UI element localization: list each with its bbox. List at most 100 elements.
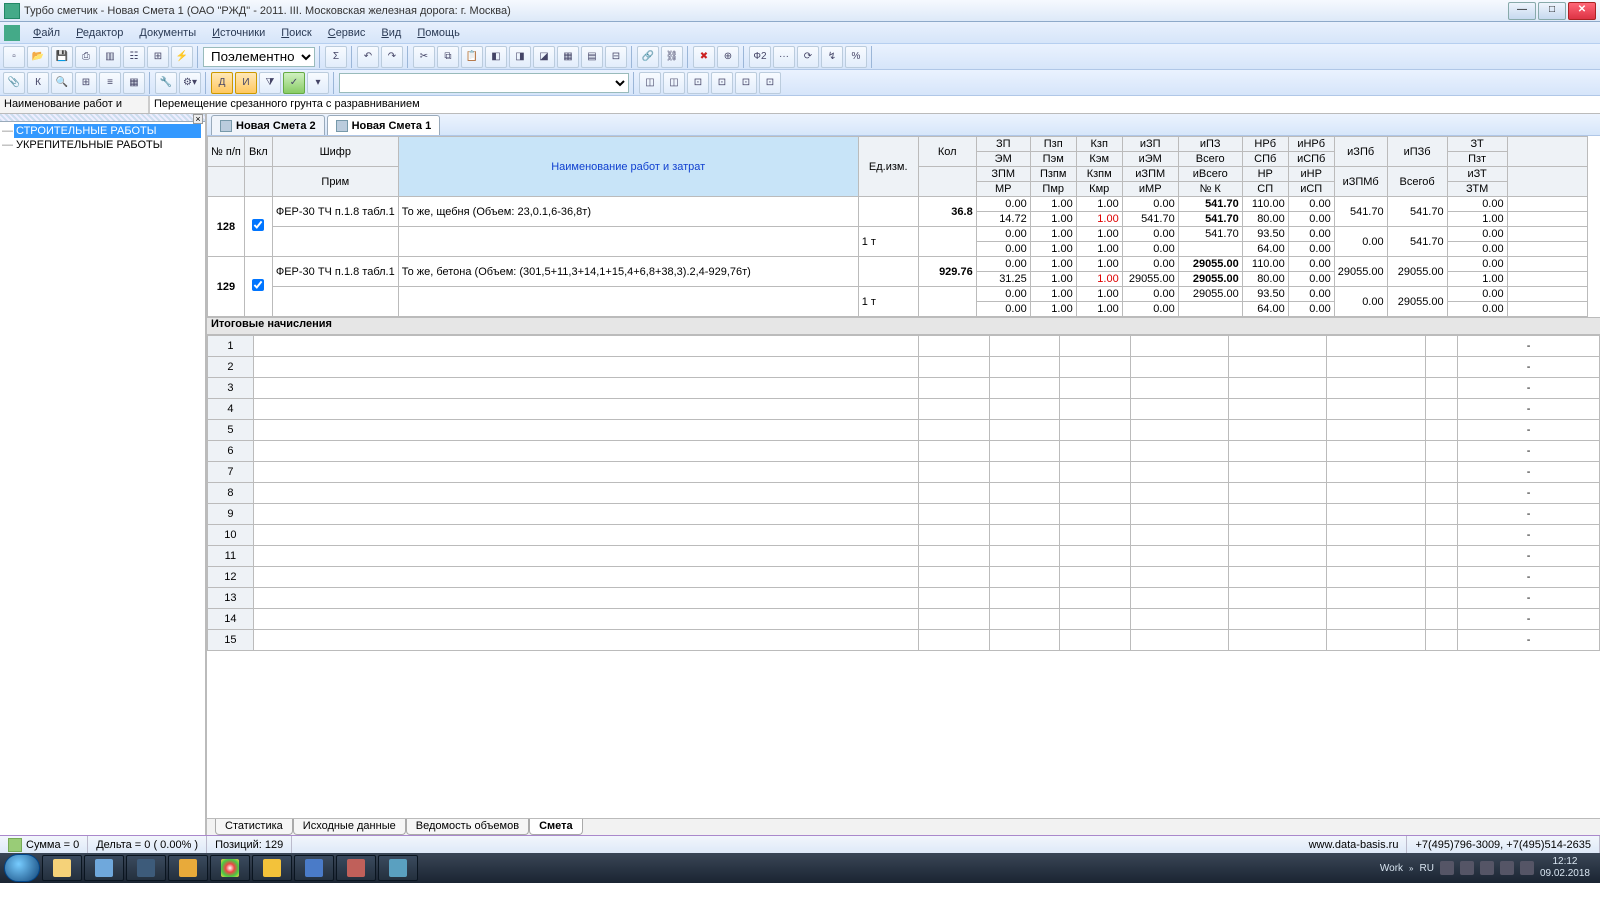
menu-documents[interactable]: Документы: [132, 25, 203, 41]
tool-btn-d[interactable]: ▦: [557, 46, 579, 68]
open-button[interactable]: 📂: [27, 46, 49, 68]
tool-btn-a[interactable]: ◧: [485, 46, 507, 68]
start-button[interactable]: [4, 854, 40, 882]
taskbar-app-4[interactable]: [336, 855, 376, 881]
tree-close-icon[interactable]: ×: [193, 114, 203, 124]
menu-help[interactable]: Помощь: [410, 25, 467, 41]
totals-row[interactable]: 6-: [208, 441, 1600, 462]
maximize-button[interactable]: □: [1538, 2, 1566, 20]
menu-search[interactable]: Поиск: [274, 25, 318, 41]
menu-view[interactable]: Вид: [374, 25, 408, 41]
totals-row[interactable]: 13-: [208, 588, 1600, 609]
zoom-button[interactable]: 🔍: [51, 72, 73, 94]
table-button[interactable]: ⊞: [75, 72, 97, 94]
grid-scroll-area[interactable]: № п/пВклШифр Наименование работ и затрат…: [207, 136, 1600, 818]
i-button[interactable]: И: [235, 72, 257, 94]
minimize-button[interactable]: —: [1508, 2, 1536, 20]
totals-row[interactable]: 8-: [208, 483, 1600, 504]
lightning-button[interactable]: ⚡: [171, 46, 193, 68]
tray-icon[interactable]: [1440, 861, 1454, 875]
totals-row[interactable]: 7-: [208, 462, 1600, 483]
grid-row[interactable]: 1 т 0.001.001.000.00541.70 93.500.00 0.0…: [208, 227, 1588, 242]
sigma-button[interactable]: Σ: [325, 46, 347, 68]
unlink-button[interactable]: ⛓: [661, 46, 683, 68]
view-mode-combo[interactable]: Поэлементно: [203, 47, 315, 67]
dropdown-button[interactable]: ▾: [307, 72, 329, 94]
totals-grid[interactable]: 1-2-3-4-5-6-7-8-9-10-11-12-13-14-15-: [207, 335, 1600, 651]
grid-row[interactable]: 128 ФЕР-30 ТЧ п.1.8 табл.1 То же, щебня …: [208, 197, 1588, 212]
taskbar-app-5[interactable]: [378, 855, 418, 881]
tray-flag-icon[interactable]: [1460, 861, 1474, 875]
tool2-f[interactable]: ⊡: [759, 72, 781, 94]
tool2-c[interactable]: ⊡: [687, 72, 709, 94]
tray-clock[interactable]: 12:1209.02.2018: [1540, 856, 1590, 880]
row-include-checkbox[interactable]: [252, 279, 264, 291]
totals-row[interactable]: 10-: [208, 525, 1600, 546]
attach-button[interactable]: 📎: [3, 72, 25, 94]
tool2-b[interactable]: ◫: [663, 72, 685, 94]
estimate-grid[interactable]: № п/пВклШифр Наименование работ и затрат…: [207, 136, 1588, 317]
filter-combo[interactable]: [339, 73, 629, 93]
taskbar-explorer[interactable]: [42, 855, 82, 881]
redo-button[interactable]: ↷: [381, 46, 403, 68]
funnel-button[interactable]: ⧩: [259, 72, 281, 94]
menu-editor[interactable]: Редактор: [69, 25, 130, 41]
link-button[interactable]: 🔗: [637, 46, 659, 68]
formula-name-box[interactable]: Наименование работ и: [0, 96, 150, 113]
tool-btn-i[interactable]: ↯: [821, 46, 843, 68]
wrench-button[interactable]: 🔧: [155, 72, 177, 94]
refresh-button[interactable]: ⟳: [797, 46, 819, 68]
print-button[interactable]: ⎙: [75, 46, 97, 68]
k-button[interactable]: К: [27, 72, 49, 94]
close-button[interactable]: ✕: [1568, 2, 1596, 20]
settings-dd-button[interactable]: ⚙▾: [179, 72, 201, 94]
percent-button[interactable]: %: [845, 46, 867, 68]
tab-smeta-1[interactable]: Новая Смета 1: [327, 115, 441, 135]
tray-volume-icon[interactable]: [1500, 861, 1514, 875]
list-button[interactable]: ≡: [99, 72, 121, 94]
undo-button[interactable]: ↶: [357, 46, 379, 68]
apply-button[interactable]: ✓: [283, 72, 305, 94]
taskbar-chrome[interactable]: [210, 855, 250, 881]
tree-item[interactable]: УКРЕПИТЕЛЬНЫЕ РАБОТЫ: [14, 138, 201, 152]
menu-sources[interactable]: Источники: [205, 25, 272, 41]
formula-value[interactable]: Перемещение срезанного грунта с разравни…: [150, 96, 1600, 113]
totals-row[interactable]: 1-: [208, 336, 1600, 357]
taskbar-word[interactable]: [294, 855, 334, 881]
tray-action-icon[interactable]: [1520, 861, 1534, 875]
save-button[interactable]: 💾: [51, 46, 73, 68]
totals-row[interactable]: 12-: [208, 567, 1600, 588]
books-button[interactable]: ▥: [99, 46, 121, 68]
tab-estimate[interactable]: Смета: [529, 819, 583, 835]
tab-volumes[interactable]: Ведомость объемов: [406, 819, 529, 835]
totals-row[interactable]: 11-: [208, 546, 1600, 567]
new-doc-button[interactable]: ▫: [3, 46, 25, 68]
tool-btn-e[interactable]: ▤: [581, 46, 603, 68]
totals-row[interactable]: 9-: [208, 504, 1600, 525]
properties-button[interactable]: ☷: [123, 46, 145, 68]
row-include-checkbox[interactable]: [252, 219, 264, 231]
tree-item[interactable]: СТРОИТЕЛЬНЫЕ РАБОТЫ: [14, 124, 201, 138]
totals-row[interactable]: 15-: [208, 630, 1600, 651]
tool-btn-f[interactable]: ⊟: [605, 46, 627, 68]
tool-btn-c[interactable]: ◪: [533, 46, 555, 68]
system-menu-icon[interactable]: [4, 25, 20, 41]
f2-button[interactable]: Ф2: [749, 46, 771, 68]
taskbar-1c[interactable]: [252, 855, 292, 881]
calc-button[interactable]: ⊞: [147, 46, 169, 68]
menu-file[interactable]: Файл: [26, 25, 67, 41]
grid-row[interactable]: 1 т 0.001.001.000.0029055.00 93.500.00 0…: [208, 287, 1588, 302]
copy-button[interactable]: ⧉: [437, 46, 459, 68]
totals-row[interactable]: 4-: [208, 399, 1600, 420]
cut-button[interactable]: ✂: [413, 46, 435, 68]
taskbar-app-2[interactable]: [126, 855, 166, 881]
tab-statistics[interactable]: Статистика: [215, 819, 293, 835]
totals-row[interactable]: 14-: [208, 609, 1600, 630]
tool2-a[interactable]: ◫: [639, 72, 661, 94]
tray-work-label[interactable]: Work: [1380, 863, 1403, 874]
tool2-e[interactable]: ⊡: [735, 72, 757, 94]
tool-btn-b[interactable]: ◨: [509, 46, 531, 68]
grid-row[interactable]: 129 ФЕР-30 ТЧ п.1.8 табл.1 То же, бетона…: [208, 257, 1588, 272]
paste-button[interactable]: 📋: [461, 46, 483, 68]
taskbar-app-1[interactable]: [84, 855, 124, 881]
